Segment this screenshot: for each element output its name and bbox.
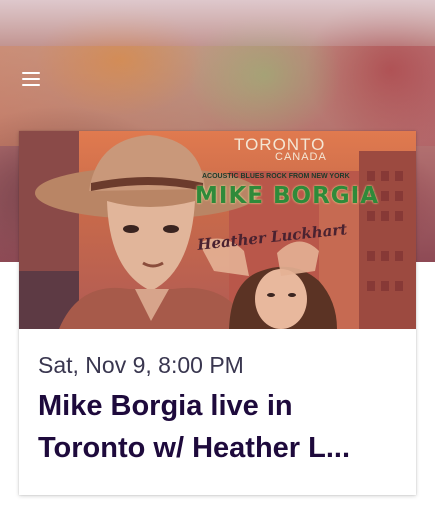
- poster-country-text: CANADA: [275, 151, 327, 163]
- poster-artist-text: MIKE BORGIA: [195, 183, 380, 209]
- event-title[interactable]: Mike Borgia live in Toronto w/ Heather L…: [38, 385, 400, 469]
- event-poster-image[interactable]: TORONTO CANADA ACOUSTIC BLUES ROCK FROM …: [19, 131, 416, 329]
- event-title-line: Mike Borgia live in: [38, 390, 293, 422]
- menu-line: [22, 72, 40, 74]
- menu-line: [22, 78, 40, 80]
- event-title-line: Toronto w/ Heather L...: [38, 432, 351, 464]
- menu-line: [22, 84, 40, 86]
- event-date: Sat, Nov 9, 8:00 PM: [38, 352, 244, 378]
- event-card[interactable]: TORONTO CANADA ACOUSTIC BLUES ROCK FROM …: [19, 131, 416, 495]
- poster-tagline-text: ACOUSTIC BLUES ROCK FROM NEW YORK: [202, 173, 350, 180]
- poster-artwork: [19, 131, 416, 329]
- hamburger-menu-icon[interactable]: [18, 66, 48, 94]
- header-top-fade: [0, 0, 435, 46]
